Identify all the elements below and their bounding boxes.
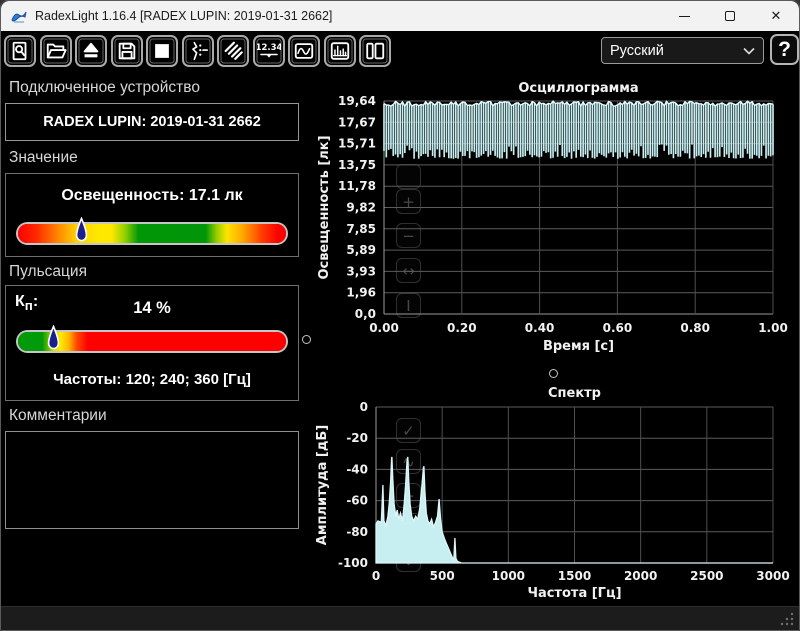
oscillogram-view-button[interactable] bbox=[288, 35, 320, 67]
bars-box-icon bbox=[330, 42, 349, 60]
wave-box-icon bbox=[294, 43, 314, 59]
language-value: Русский bbox=[610, 42, 664, 59]
language-select[interactable]: Русский bbox=[601, 37, 764, 64]
kp-value: 14 % bbox=[133, 299, 171, 317]
illuminance-reading: Освещенность: 17.1 лк bbox=[61, 187, 243, 204]
resize-grip-icon[interactable] bbox=[780, 612, 794, 626]
app-logo-icon bbox=[11, 11, 27, 23]
open-folder-icon bbox=[46, 43, 67, 59]
illuminance-gradient bbox=[18, 224, 286, 243]
svg-text:15,71: 15,71 bbox=[338, 137, 376, 151]
signal-settings-button[interactable] bbox=[181, 35, 214, 67]
value-box: Освещенность: 17.1 лк bbox=[5, 173, 299, 257]
oscillogram-chart[interactable]: + − ↔ I Осциллограмма Освещенность [лк] 19,64 1… bbox=[311, 77, 793, 365]
svg-text:Частота [Гц]: Частота [Гц] bbox=[527, 586, 621, 601]
svg-text:-100: -100 bbox=[338, 556, 368, 570]
numeric-display-icon: 12.34 bbox=[257, 43, 281, 58]
maximize-icon bbox=[725, 11, 735, 21]
svg-text:0,0: 0,0 bbox=[355, 307, 376, 321]
svg-text:0.00: 0.00 bbox=[369, 321, 399, 335]
hatch-lines-icon bbox=[224, 41, 243, 60]
comments-input[interactable] bbox=[5, 431, 299, 529]
app-window: RadexLight 1.16.4 [RADEX LUPIN: 2019-01-… bbox=[0, 0, 800, 631]
layout-view-button[interactable] bbox=[359, 35, 391, 67]
pulsation-box: Кп: 14 % Частоты: 120; 240; 360 [Гц] bbox=[5, 285, 299, 401]
window-title: RadexLight 1.16.4 [RADEX LUPIN: 2019-01-… bbox=[35, 9, 333, 23]
horizontal-splitter-grip[interactable] bbox=[549, 369, 558, 378]
svg-text:1,96: 1,96 bbox=[346, 286, 376, 300]
svg-text:Время [с]: Время [с] bbox=[543, 339, 614, 354]
vertical-splitter-grip[interactable] bbox=[302, 335, 311, 344]
svg-text:2500: 2500 bbox=[690, 569, 723, 583]
svg-text:-20: -20 bbox=[346, 431, 368, 445]
svg-text:0.40: 0.40 bbox=[525, 321, 555, 335]
svg-text:0.80: 0.80 bbox=[680, 321, 710, 335]
svg-text:19,64: 19,64 bbox=[338, 94, 376, 108]
svg-text:3000: 3000 bbox=[756, 569, 789, 583]
connected-device-box: RADEX LUPIN: 2019-01-31 2662 bbox=[5, 103, 299, 141]
svg-text:500: 500 bbox=[430, 569, 455, 583]
svg-text:12.34: 12.34 bbox=[257, 43, 281, 53]
svg-text:5,89: 5,89 bbox=[346, 243, 376, 257]
spectrum-chart[interactable]: ✓∿+−↕СпектрАмплитуда [дБ]0-20-40-60-80-1… bbox=[311, 383, 793, 601]
svg-text:9,82: 9,82 bbox=[346, 201, 376, 215]
chevron-down-icon bbox=[743, 47, 755, 55]
panels-icon bbox=[366, 42, 385, 60]
svg-text:0: 0 bbox=[360, 400, 368, 414]
status-bar bbox=[1, 606, 799, 630]
close-button[interactable]: ✕ bbox=[753, 1, 799, 31]
floppy-disk-icon bbox=[118, 42, 135, 60]
svg-text:2000: 2000 bbox=[624, 569, 657, 583]
pulsation-panel-header: Пульсация bbox=[9, 263, 87, 280]
eject-device-button[interactable] bbox=[75, 35, 107, 67]
comments-panel-header: Комментарии bbox=[9, 407, 107, 424]
svg-text:-80: -80 bbox=[346, 525, 368, 539]
help-button[interactable]: ? bbox=[770, 34, 799, 65]
svg-text:Осциллограмма: Осциллограмма bbox=[518, 81, 638, 96]
svg-text:11,78: 11,78 bbox=[338, 179, 376, 193]
svg-text:0.60: 0.60 bbox=[603, 321, 633, 335]
svg-text:1000: 1000 bbox=[492, 569, 525, 583]
sweep-settings-button[interactable] bbox=[217, 35, 249, 67]
open-file-button[interactable] bbox=[39, 35, 72, 67]
svg-text:7,85: 7,85 bbox=[346, 222, 376, 236]
svg-text:13,75: 13,75 bbox=[338, 158, 376, 172]
spectrum-view-button[interactable] bbox=[323, 35, 356, 67]
magnifier-document-icon bbox=[12, 41, 27, 61]
svg-text:3,93: 3,93 bbox=[346, 264, 376, 278]
svg-text:Амплитуда [дБ]: Амплитуда [дБ] bbox=[315, 425, 330, 545]
illuminance-marker-icon bbox=[75, 217, 88, 242]
svg-text:1.00: 1.00 bbox=[758, 321, 788, 335]
eject-icon bbox=[83, 42, 99, 58]
pulsation-scale-bar bbox=[16, 325, 288, 353]
svg-text:Спектр: Спектр bbox=[548, 386, 601, 401]
svg-text:-60: -60 bbox=[346, 494, 368, 508]
svg-text:-40: -40 bbox=[346, 462, 368, 476]
minimize-icon bbox=[678, 15, 690, 17]
titlebar: RadexLight 1.16.4 [RADEX LUPIN: 2019-01-… bbox=[1, 1, 799, 31]
svg-text:17,67: 17,67 bbox=[338, 115, 376, 129]
minimize-button[interactable] bbox=[661, 1, 707, 31]
save-file-button[interactable] bbox=[110, 35, 143, 67]
device-panel-header: Подключенное устройство bbox=[9, 79, 200, 96]
stop-measurement-button[interactable] bbox=[146, 35, 178, 67]
pulsation-marker-icon bbox=[47, 325, 60, 350]
illuminance-scale-bar bbox=[16, 217, 288, 245]
device-name: RADEX LUPIN: 2019-01-31 2662 bbox=[43, 114, 261, 130]
stop-square-icon bbox=[155, 44, 169, 58]
value-panel-header: Значение bbox=[9, 149, 78, 166]
svg-text:1500: 1500 bbox=[558, 569, 591, 583]
maximize-button[interactable] bbox=[707, 1, 753, 31]
svg-text:0.20: 0.20 bbox=[447, 321, 477, 335]
svg-text:0: 0 bbox=[372, 569, 380, 583]
waveform-settings-icon bbox=[191, 41, 208, 61]
svg-text:Освещенность [лк]: Освещенность [лк] bbox=[317, 135, 332, 279]
frequencies-label: Частоты: 120; 240; 360 [Гц] bbox=[53, 371, 251, 388]
numeric-view-button[interactable]: 12.34 bbox=[252, 35, 285, 67]
find-device-button[interactable] bbox=[4, 35, 36, 67]
